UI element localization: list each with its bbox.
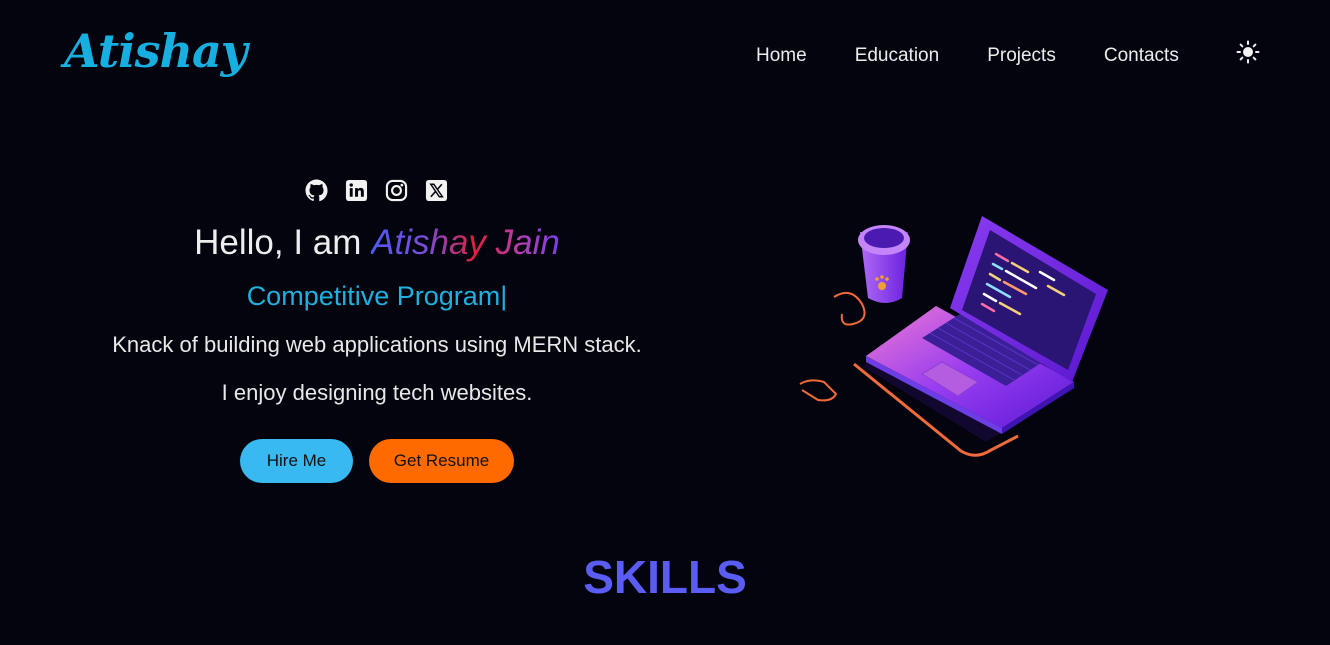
- hero-name: Atishay Jain: [371, 223, 560, 262]
- get-resume-button[interactable]: Get Resume: [369, 439, 514, 483]
- main-nav: Home Education Projects Contacts: [756, 44, 1227, 68]
- nav-home[interactable]: Home: [756, 44, 807, 68]
- typed-role-text: Competitive Program|: [246, 281, 508, 311]
- hero-greeting: Hello, I am Atishay Jain: [0, 222, 754, 264]
- linkedin-icon[interactable]: [345, 179, 368, 202]
- instagram-icon[interactable]: [385, 179, 408, 202]
- social-links: [305, 179, 448, 202]
- nav-education[interactable]: Education: [855, 44, 940, 68]
- x-twitter-icon[interactable]: [425, 179, 448, 202]
- logo-link[interactable]: Atishay: [64, 28, 247, 74]
- laptop-coffee-illustration: [796, 206, 1116, 462]
- sun-icon[interactable]: [1236, 40, 1260, 64]
- nav-contacts[interactable]: Contacts: [1104, 44, 1179, 68]
- hire-me-button[interactable]: Hire Me: [240, 439, 353, 483]
- greeting-text: Hello, I am: [194, 223, 362, 262]
- github-icon[interactable]: [305, 179, 328, 202]
- skills-section-title: SKILLS: [583, 551, 747, 603]
- nav-projects[interactable]: Projects: [987, 44, 1056, 68]
- portfolio-page: Atishay Home Education Projects Contacts: [0, 0, 1330, 645]
- hero-description-1: Knack of building web applications using…: [112, 332, 642, 357]
- hero-description-2: I enjoy designing tech websites.: [221, 380, 533, 405]
